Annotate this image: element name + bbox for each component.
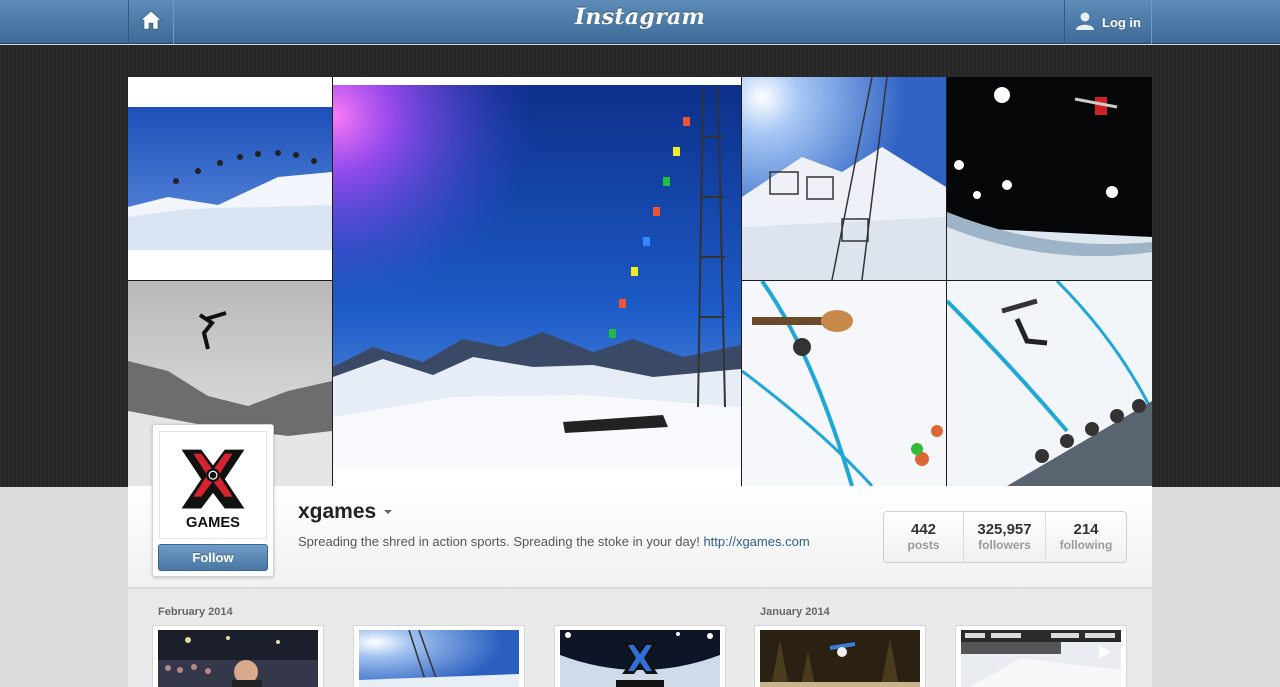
photo-mosaic	[128, 77, 1152, 486]
profile-avatar-card: GAMES Follow	[152, 424, 274, 577]
feed-photo[interactable]	[955, 625, 1127, 687]
home-button[interactable]	[128, 0, 174, 44]
avatar[interactable]: GAMES	[159, 431, 267, 539]
website-link[interactable]: http://xgames.com	[703, 534, 809, 549]
avatar-wordmark: GAMES	[186, 515, 240, 531]
feed-photo[interactable]	[353, 625, 525, 687]
profile-stats: 442 posts 325,957 followers 214 followin…	[883, 511, 1127, 563]
feed-photo-xgames-halfpipe	[560, 630, 720, 687]
feed-photo-crowd	[158, 630, 318, 687]
mosaic-photo-mountain-flags[interactable]	[333, 77, 741, 486]
login-label: Log in	[1102, 14, 1141, 30]
month-heading: January 2014	[760, 606, 830, 618]
stat-following[interactable]: 214 following	[1046, 512, 1126, 562]
mosaic-photo-chairlift[interactable]	[742, 77, 946, 280]
stat-followers[interactable]: 325,957 followers	[964, 512, 1046, 562]
feed-photo-race-video	[961, 630, 1121, 687]
user-icon	[1075, 11, 1095, 34]
chevron-down-icon[interactable]	[384, 510, 392, 514]
bio-text: Spreading the shred in action sports. Sp…	[298, 534, 700, 549]
feed-photo[interactable]	[152, 625, 324, 687]
posts-label: posts	[907, 537, 940, 552]
followers-count: 325,957	[977, 520, 1032, 538]
month-heading: February 2014	[158, 606, 233, 618]
follow-button[interactable]: Follow	[158, 544, 268, 571]
following-label: following	[1059, 537, 1113, 552]
mosaic-photo-guitar-trick[interactable]	[742, 281, 946, 486]
home-icon	[140, 10, 162, 35]
posts-count: 442	[910, 520, 937, 538]
following-count: 214	[1073, 520, 1099, 538]
stat-posts[interactable]: 442 posts	[884, 512, 964, 562]
followers-label: followers	[978, 537, 1031, 552]
feed-photo-snowboarder-trees	[760, 630, 920, 687]
profile-username: xgames	[298, 500, 377, 523]
feed-photo-ski-lift	[359, 630, 519, 687]
mosaic-photo-halfpipe-crowd[interactable]	[947, 281, 1152, 486]
mosaic-photo-night-halfpipe[interactable]	[947, 77, 1152, 280]
mosaic-photo-ski-sequence[interactable]	[128, 77, 332, 280]
profile-bio: Spreading the shred in action sports. Sp…	[298, 534, 810, 549]
feed-photo[interactable]	[754, 625, 926, 687]
feed-photo[interactable]	[554, 625, 726, 687]
top-navigation-bar: Instagram Log in	[0, 0, 1280, 44]
login-button[interactable]: Log in	[1064, 0, 1152, 44]
